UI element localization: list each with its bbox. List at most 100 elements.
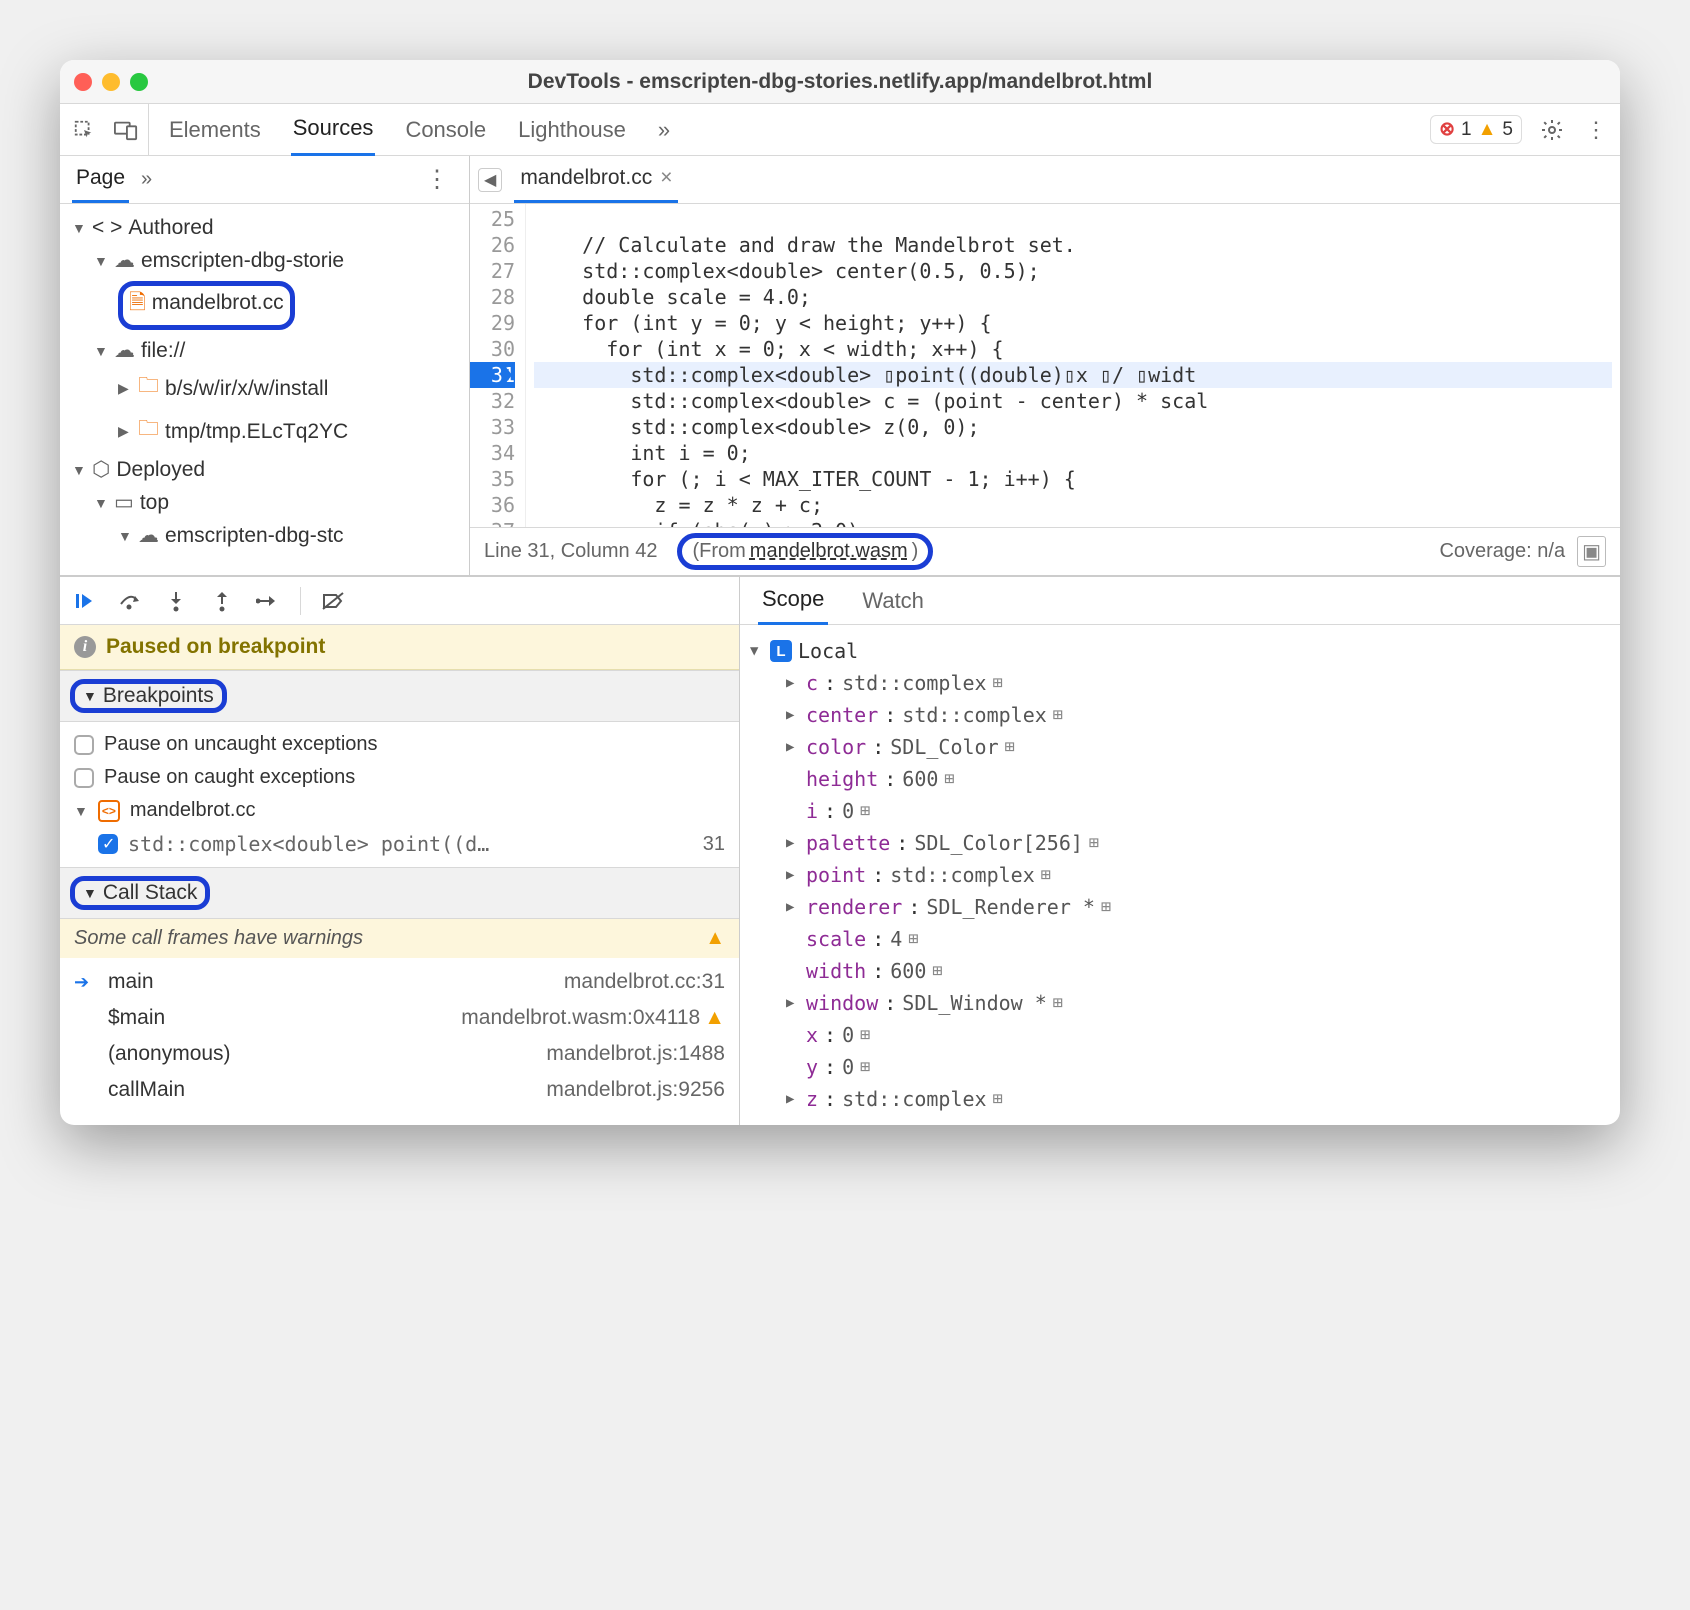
step-over-icon[interactable] [116, 587, 144, 615]
resume-icon[interactable] [70, 587, 98, 615]
step-out-icon[interactable] [208, 587, 236, 615]
scope-variable[interactable]: ▶window: SDL_Window *⊞ [748, 987, 1612, 1019]
device-toggle-icon[interactable] [112, 116, 140, 144]
scope-variable[interactable]: scale: 4⊞ [748, 923, 1612, 955]
window-title: DevTools - emscripten-dbg-stories.netlif… [60, 70, 1620, 94]
tab-elements[interactable]: Elements [167, 104, 263, 156]
file-icon: 🗎 [129, 291, 146, 314]
breakpoints-header[interactable]: ▼Breakpoints [60, 670, 739, 722]
scope-variable[interactable]: i: 0⊞ [748, 795, 1612, 827]
editor-tab[interactable]: mandelbrot.cc× [514, 156, 678, 203]
callstack-warning-banner: Some call frames have warnings▲ [60, 919, 739, 958]
scope-variable[interactable]: ▶z: std::complex⊞ [748, 1083, 1612, 1115]
show-console-icon[interactable]: ▣ [1577, 536, 1606, 567]
cloud-icon: ☁ [114, 248, 135, 273]
scope-variable[interactable]: ▶renderer: SDL_Renderer *⊞ [748, 891, 1612, 923]
scope-local-group[interactable]: ▼L Local [748, 635, 1612, 667]
error-warning-badge[interactable]: ⊗1 ▲5 [1430, 115, 1522, 144]
step-into-icon[interactable] [162, 587, 190, 615]
navigator-panel: Page » ⋮ ▼< >Authored ▼☁emscripten-dbg-s… [60, 156, 470, 575]
devtools-window: DevTools - emscripten-dbg-stories.netlif… [60, 60, 1620, 1125]
editor-panel: ◀ mandelbrot.cc× 25262728293031323334353… [470, 156, 1620, 575]
scope-variable[interactable]: ▶point: std::complex⊞ [748, 859, 1612, 891]
panel-tabs: Elements Sources Console Lighthouse » [167, 104, 672, 155]
inspect-icon[interactable] [70, 116, 98, 144]
tree-file-mandelbrot-cc[interactable]: 🗎 mandelbrot.cc [66, 277, 463, 334]
tree-deployed[interactable]: ▼⬡Deployed [66, 453, 463, 486]
pause-caught-toggle[interactable]: Pause on caught exceptions [60, 761, 739, 794]
tree-file-scheme[interactable]: ▼☁file:// [66, 334, 463, 367]
source-mapped-from[interactable]: (From mandelbrot.wasm ) [677, 533, 933, 570]
breakpoint-entry[interactable]: std::complex<double> point((d… 31 [60, 827, 739, 861]
step-icon[interactable] [254, 587, 282, 615]
breakpoints-body: Pause on uncaught exceptions Pause on ca… [60, 722, 739, 867]
tab-lighthouse[interactable]: Lighthouse [516, 104, 628, 156]
tab-console[interactable]: Console [403, 104, 488, 156]
breakpoint-checkbox[interactable] [98, 834, 118, 854]
call-frame[interactable]: callMainmandelbrot.js:9256 [60, 1072, 739, 1108]
navigator-overflow-icon[interactable]: » [141, 168, 152, 191]
local-scope-icon: L [770, 640, 792, 662]
debugger-left-panel: i Paused on breakpoint ▼Breakpoints Paus… [60, 577, 740, 1125]
warning-icon: ▲ [1478, 119, 1497, 141]
folder-icon: 🗀 [138, 414, 159, 449]
call-frame[interactable]: (anonymous)mandelbrot.js:1488 [60, 1036, 739, 1072]
tree-origin-1[interactable]: ▼☁emscripten-dbg-storie [66, 244, 463, 277]
scope-variable[interactable]: ▶color: SDL_Color⊞ [748, 731, 1612, 763]
settings-icon[interactable] [1538, 116, 1566, 144]
callstack-header[interactable]: ▼Call Stack [60, 867, 739, 919]
folder-icon: 🗀 [138, 371, 159, 406]
debugger-toolbar [60, 577, 739, 625]
frame-icon: ▭ [114, 490, 134, 515]
kebab-menu-icon[interactable]: ⋮ [1582, 116, 1610, 144]
toggle-navigator-icon[interactable]: ◀ [478, 168, 502, 192]
callstack-body: ➔mainmandelbrot.cc:31$mainmandelbrot.was… [60, 958, 739, 1114]
error-icon: ⊗ [1439, 118, 1455, 141]
cloud-icon: ☁ [138, 523, 159, 548]
scope-variable[interactable]: x: 0⊞ [748, 1019, 1612, 1051]
tab-watch[interactable]: Watch [858, 578, 928, 624]
tabs-overflow-icon[interactable]: » [656, 104, 672, 156]
tree-folder-1[interactable]: ▶🗀b/s/w/ir/x/w/install [66, 367, 463, 410]
scope-body: ▼L Local ▶c: std::complex⊞▶center: std::… [740, 625, 1620, 1125]
scope-variable[interactable]: ▶palette: SDL_Color[256]⊞ [748, 827, 1612, 859]
pause-uncaught-toggle[interactable]: Pause on uncaught exceptions [60, 728, 739, 761]
call-frame[interactable]: $mainmandelbrot.wasm:0x4118▲ [60, 1000, 739, 1036]
breakpoint-file-group[interactable]: ▼<>mandelbrot.cc [60, 794, 739, 827]
scope-watch-tabs: Scope Watch [740, 577, 1620, 625]
editor-tab-bar: ◀ mandelbrot.cc× [470, 156, 1620, 204]
file-tree: ▼< >Authored ▼☁emscripten-dbg-storie 🗎 m… [60, 204, 469, 560]
info-icon: i [74, 636, 96, 658]
navigator-header: Page » ⋮ [60, 156, 469, 204]
main-toolbar: Elements Sources Console Lighthouse » ⊗1… [60, 104, 1620, 156]
cursor-position: Line 31, Column 42 [484, 540, 657, 563]
editor-status-bar: Line 31, Column 42 (From mandelbrot.wasm… [470, 527, 1620, 575]
titlebar: DevTools - emscripten-dbg-stories.netlif… [60, 60, 1620, 104]
call-frame[interactable]: ➔mainmandelbrot.cc:31 [60, 964, 739, 1000]
scope-variable[interactable]: width: 600⊞ [748, 955, 1612, 987]
scope-watch-panel: Scope Watch ▼L Local ▶c: std::complex⊞▶c… [740, 577, 1620, 1125]
deactivate-breakpoints-icon[interactable] [319, 587, 347, 615]
navigator-tab-page[interactable]: Page [72, 156, 129, 203]
tab-scope[interactable]: Scope [758, 576, 828, 625]
coverage-label: Coverage: n/a [1439, 540, 1565, 563]
tree-top-frame[interactable]: ▼▭top [66, 486, 463, 519]
line-gutter[interactable]: 25262728293031323334353637 [470, 204, 526, 527]
tree-folder-2[interactable]: ▶🗀tmp/tmp.ELcTq2YC [66, 410, 463, 453]
source-map-link[interactable]: mandelbrot.wasm [750, 540, 908, 563]
tree-authored[interactable]: ▼< >Authored [66, 212, 463, 244]
scope-variable[interactable]: y: 0⊞ [748, 1051, 1612, 1083]
scope-variable[interactable]: height: 600⊞ [748, 763, 1612, 795]
navigator-menu-icon[interactable]: ⋮ [417, 165, 457, 194]
tree-origin-2[interactable]: ▼☁emscripten-dbg-stc [66, 519, 463, 552]
close-tab-icon[interactable]: × [660, 166, 672, 190]
code-area[interactable]: // Calculate and draw the Mandelbrot set… [526, 204, 1620, 527]
scope-variable[interactable]: ▶c: std::complex⊞ [748, 667, 1612, 699]
tab-sources[interactable]: Sources [291, 104, 376, 156]
scope-variable[interactable]: ▶center: std::complex⊞ [748, 699, 1612, 731]
code-editor[interactable]: 25262728293031323334353637 // Calculate … [470, 204, 1620, 527]
warning-icon: ▲ [705, 927, 725, 950]
code-brackets-icon: < > [92, 216, 122, 240]
cloud-icon: ☁ [114, 338, 135, 363]
package-icon: ⬡ [92, 457, 110, 482]
